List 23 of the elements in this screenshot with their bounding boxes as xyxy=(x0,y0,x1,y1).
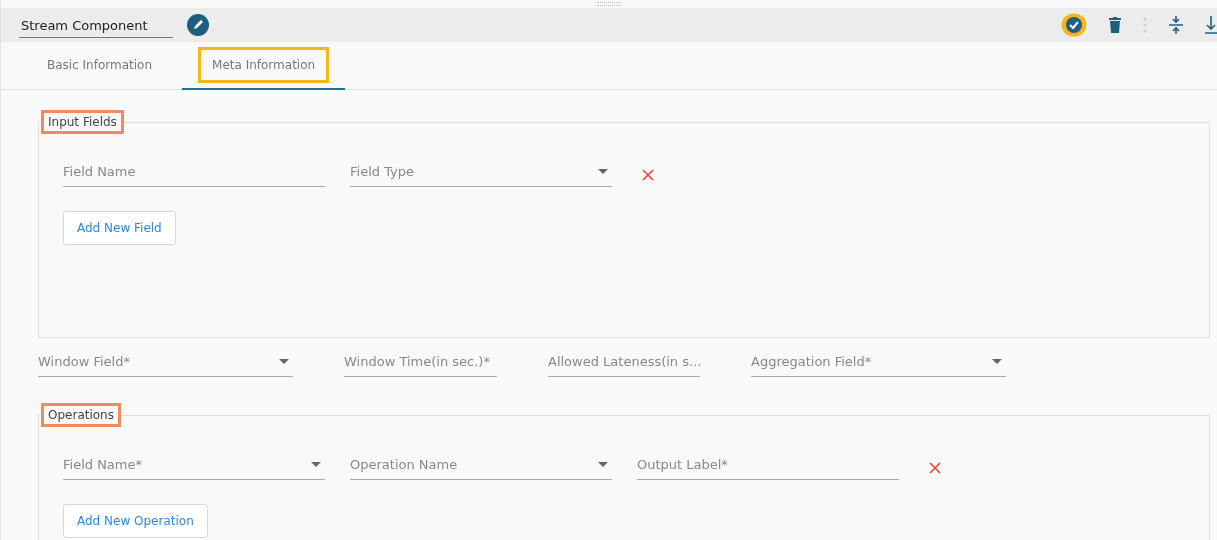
add-field-button[interactable]: Add New Field xyxy=(63,211,176,245)
input-field[interactable]: Output Label* xyxy=(637,455,899,480)
tab[interactable]: Basic Information xyxy=(17,42,183,90)
drag-handle[interactable] xyxy=(597,2,621,6)
section-legend: Operations xyxy=(41,403,121,427)
component-name-field[interactable]: Stream Component xyxy=(19,12,173,38)
close-icon[interactable] xyxy=(929,461,941,474)
input-field[interactable]: Field Name xyxy=(63,162,325,187)
download-icon[interactable] xyxy=(1205,16,1217,34)
input-field[interactable]: Allowed Lateness(in s... xyxy=(548,352,700,377)
section-legend: Input Fields xyxy=(41,110,124,134)
dropdown-field[interactable]: Window Field* xyxy=(38,352,293,377)
dropdown-field[interactable]: Aggregation Field* xyxy=(751,352,1006,377)
dropdown-field[interactable]: Field Type xyxy=(350,162,612,187)
collapse-icon[interactable] xyxy=(1169,16,1183,34)
close-icon[interactable] xyxy=(642,168,654,181)
add-operation-button[interactable]: Add New Operation xyxy=(63,504,208,538)
dropdown-field[interactable]: Field Name* xyxy=(63,455,325,480)
trash-icon[interactable] xyxy=(1109,17,1121,33)
dropdown-field[interactable]: Operation Name xyxy=(350,455,612,480)
check-gauge-icon[interactable] xyxy=(1061,13,1087,37)
pencil-icon[interactable] xyxy=(187,14,209,36)
input-field[interactable]: Window Time(in sec.)* xyxy=(344,352,497,377)
